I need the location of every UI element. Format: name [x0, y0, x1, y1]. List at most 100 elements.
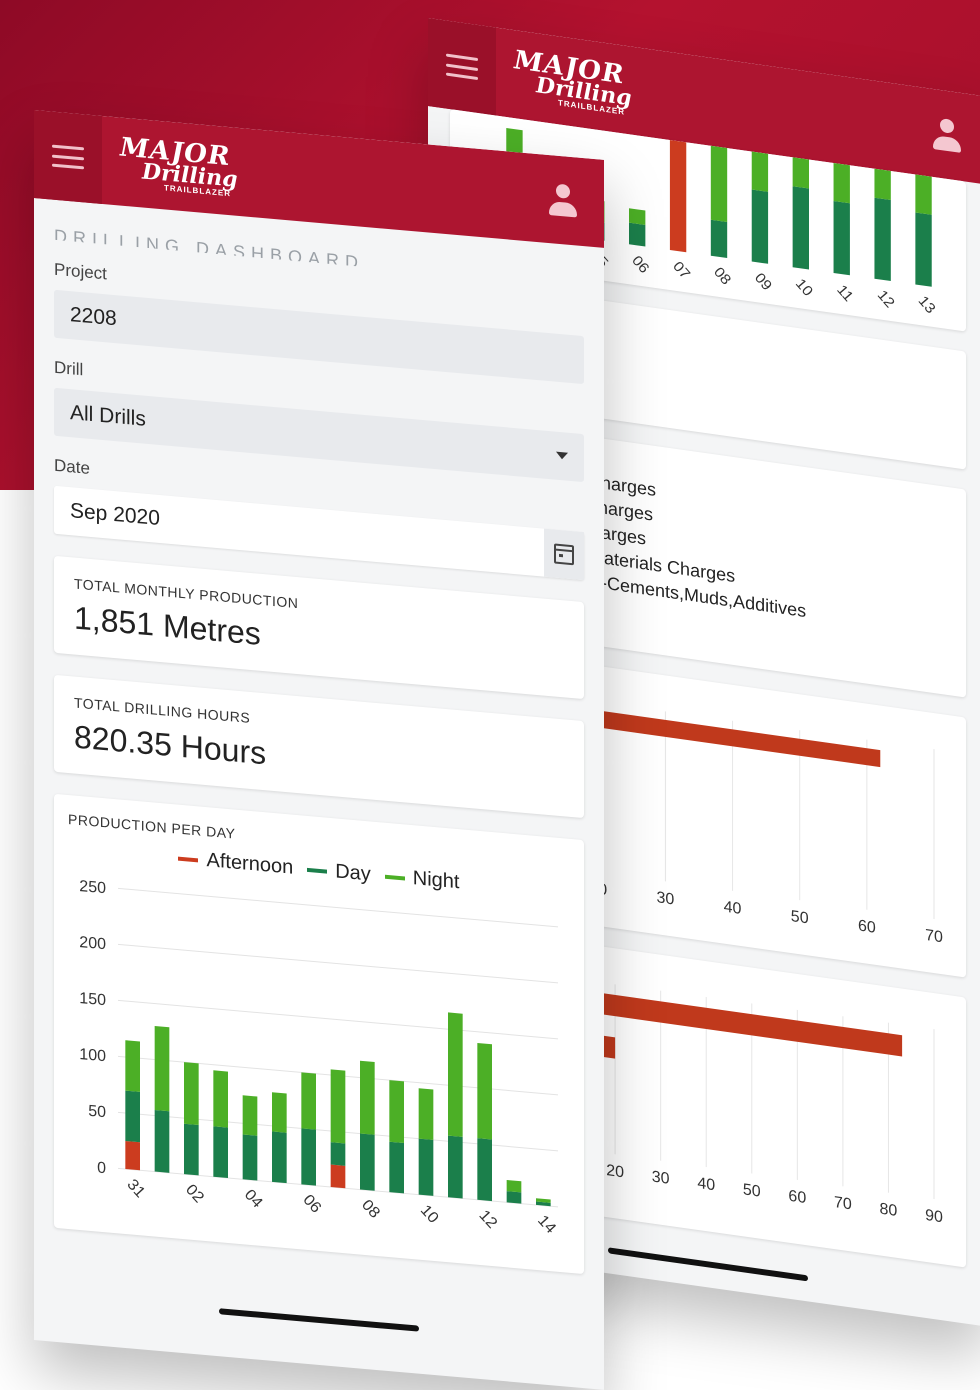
x-tick-label: 60 [858, 916, 876, 936]
bar-segment[interactable] [629, 208, 646, 225]
logo: MAJOR Drilling TRAILBLAZER [120, 132, 238, 199]
grid-line [118, 999, 558, 1040]
bar-segment[interactable] [242, 1095, 258, 1136]
bar-segment[interactable] [330, 1164, 346, 1189]
bar-segment[interactable] [154, 1025, 170, 1112]
bar-segment[interactable] [125, 1140, 140, 1171]
x-tick-label: 60 [788, 1187, 806, 1207]
calendar-button[interactable] [544, 528, 584, 581]
bar-segment[interactable] [213, 1070, 228, 1128]
user-icon[interactable] [932, 117, 962, 155]
home-indicator [219, 1308, 419, 1332]
logo: MAJOR Drilling TRAILBLAZER [514, 45, 632, 117]
project-value: 2208 [70, 303, 117, 331]
x-tick-label: 09 [751, 270, 775, 294]
bar-segment[interactable] [506, 1179, 522, 1193]
bar-segment[interactable] [418, 1138, 434, 1196]
bar-segment[interactable] [710, 219, 728, 259]
legend-swatch [178, 856, 199, 862]
bar-segment[interactable] [389, 1080, 405, 1143]
bar-segment[interactable] [360, 1133, 375, 1191]
x-tick-label: 14 [534, 1212, 559, 1237]
bar-segment[interactable] [184, 1062, 199, 1126]
bar-segment[interactable] [125, 1040, 140, 1092]
x-tick-label: 11 [833, 282, 856, 305]
y-tick-label: 50 [88, 1102, 106, 1122]
x-tick-label: 70 [925, 926, 943, 946]
bar-segment[interactable] [477, 1138, 493, 1202]
y-tick-label: 0 [97, 1159, 106, 1178]
bar-segment[interactable] [629, 222, 646, 247]
bar-segment[interactable] [301, 1072, 316, 1130]
user-icon[interactable] [548, 183, 578, 220]
x-tick-label: 40 [697, 1174, 715, 1194]
bar-segment[interactable] [418, 1088, 434, 1140]
x-tick-label: 50 [791, 907, 809, 927]
x-tick-label: 06 [628, 253, 652, 277]
production-card: TOTAL MONTHLY PRODUCTION 1,851 Metres [54, 555, 584, 700]
x-tick-label: 10 [417, 1201, 442, 1226]
legend-item[interactable]: Day [307, 858, 371, 887]
front-phone-screen: MAJOR Drilling TRAILBLAZER DRILLING DASH… [34, 110, 604, 1390]
y-tick-label: 250 [79, 877, 106, 897]
bar-segment[interactable] [792, 186, 809, 270]
x-tick-label: 50 [743, 1180, 761, 1200]
bar-segment[interactable] [301, 1128, 316, 1186]
legend-label: Day [335, 860, 371, 886]
bar-segment[interactable] [833, 200, 850, 276]
legend-item[interactable]: Night [384, 865, 460, 895]
x-tick-label: 08 [358, 1196, 383, 1221]
x-tick-label: 12 [476, 1207, 501, 1232]
bar-segment[interactable] [915, 212, 932, 287]
x-tick-label: 70 [834, 1193, 852, 1213]
bar-segment[interactable] [154, 1109, 170, 1173]
bar-segment[interactable] [242, 1134, 258, 1181]
bar-segment[interactable] [330, 1069, 346, 1144]
bar-segment[interactable] [184, 1123, 199, 1176]
bar-segment[interactable] [272, 1092, 287, 1133]
x-tick-label: 08 [710, 264, 734, 288]
calendar-icon [554, 543, 574, 566]
bar-segment[interactable] [360, 1060, 375, 1135]
x-tick-label: 02 [182, 1181, 207, 1206]
x-tick-label: 40 [724, 898, 742, 918]
hamburger-menu-icon[interactable] [34, 110, 102, 204]
chevron-down-icon [556, 451, 568, 460]
bar-segment[interactable] [448, 1135, 463, 1199]
x-tick-label: 12 [874, 287, 898, 311]
bar-segment[interactable] [125, 1090, 140, 1143]
bar-segment[interactable] [874, 197, 891, 282]
x-tick-label: 30 [652, 1168, 670, 1188]
bar-segment[interactable] [477, 1042, 493, 1140]
x-tick-label: 07 [669, 259, 693, 283]
bar-segment[interactable] [272, 1131, 287, 1184]
grid-line [118, 943, 558, 984]
bar-segment[interactable] [448, 1012, 463, 1137]
bar-segment[interactable] [506, 1191, 522, 1204]
legend-label: Night [412, 867, 460, 894]
x-tick-label: 06 [300, 1191, 325, 1216]
legend-swatch [307, 867, 328, 874]
x-tick-label: 30 [657, 888, 675, 908]
production-per-day-chart: 0 50 100 150 200 250 31 02 04 06 08 10 12 14 [79, 877, 559, 1237]
legend-swatch [384, 874, 405, 880]
hamburger-menu-icon[interactable] [428, 18, 496, 116]
x-tick-label: 10 [792, 276, 816, 300]
legend-label: Afternoon [206, 849, 294, 879]
drill-value: All Drills [70, 401, 146, 431]
x-tick-label: 90 [925, 1206, 943, 1226]
bar-segment[interactable] [213, 1126, 228, 1178]
bar-segment[interactable] [389, 1141, 405, 1194]
y-tick-label: 200 [79, 933, 106, 953]
x-tick-label: 13 [915, 293, 939, 317]
home-indicator [608, 1247, 808, 1282]
x-tick-label: 80 [880, 1200, 898, 1220]
date-value: Sep 2020 [70, 499, 160, 531]
y-tick-label: 100 [79, 1045, 106, 1065]
bar-segment[interactable] [751, 189, 769, 264]
bar-segment[interactable] [330, 1142, 346, 1166]
y-tick-label: 150 [79, 989, 106, 1009]
hours-card: TOTAL DRILLING HOURS 820.35 Hours [54, 674, 584, 819]
x-tick-label: 20 [606, 1161, 624, 1181]
x-tick-label: 31 [124, 1176, 149, 1201]
